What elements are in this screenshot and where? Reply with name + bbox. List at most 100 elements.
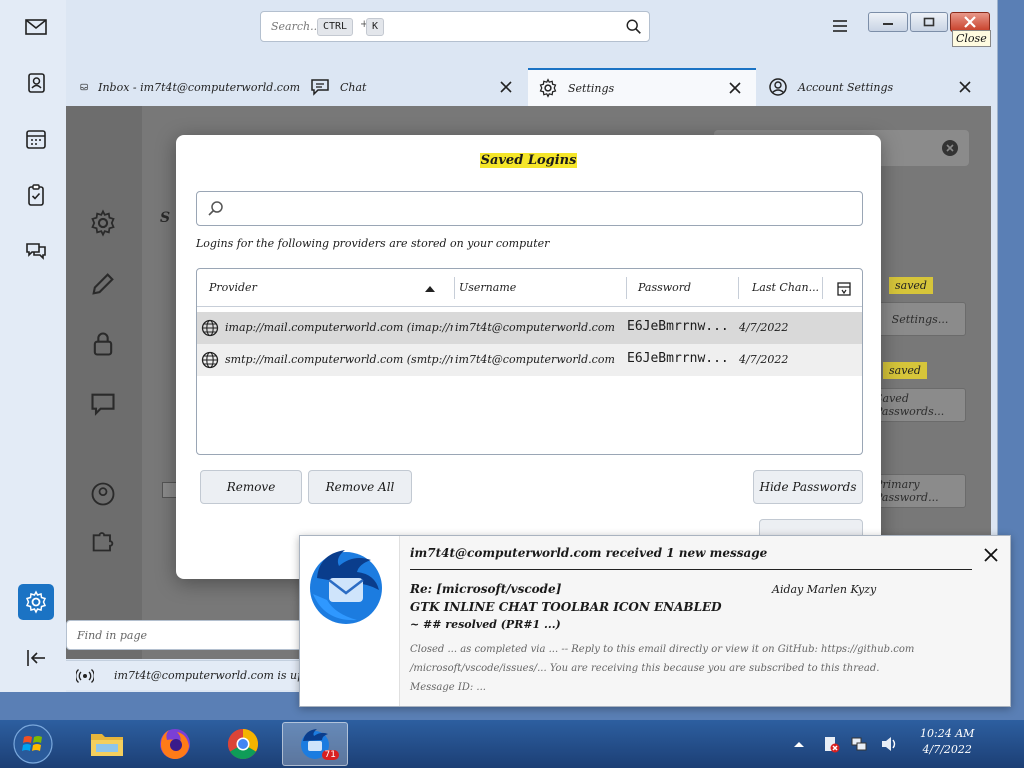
account-settings-icon[interactable] — [89, 480, 117, 508]
close-icon — [964, 16, 976, 28]
global-search-input[interactable]: Search... CTRL + K — [260, 11, 650, 42]
row-last-changed: 4/7/2022 — [739, 353, 789, 366]
action-center-icon[interactable] — [822, 735, 840, 753]
column-separator — [626, 277, 627, 299]
tab-settings[interactable]: Settings — [528, 68, 756, 106]
find-placeholder: Find in page — [77, 629, 148, 642]
spaces-toolbar — [0, 0, 66, 692]
hamburger-menu-icon[interactable] — [830, 16, 850, 36]
notification-body: /microsoft/vscode/issues/... You are rec… — [410, 663, 880, 674]
primary-password-button[interactable]: Primary Password... — [874, 474, 966, 508]
thunderbird-logo-icon — [310, 550, 382, 624]
tab-settings-label: Settings — [568, 81, 615, 95]
address-book-space-button[interactable] — [18, 65, 54, 101]
clock-date: 4/7/2022 — [922, 743, 972, 756]
table-row[interactable]: smtp://mail.computerworld.com (smtp://ma… — [197, 344, 862, 376]
maximize-button[interactable] — [910, 12, 948, 32]
chat-icon — [311, 79, 329, 96]
start-button[interactable] — [8, 722, 58, 766]
notification-line: ~ ## resolved (PR#1 ...) — [410, 618, 561, 631]
row-password: E6JeBmrrnw... — [627, 319, 729, 334]
settings-space-button[interactable] — [18, 584, 54, 620]
minimize-button[interactable] — [868, 12, 908, 32]
hide-passwords-button[interactable]: Hide Passwords — [753, 470, 863, 504]
maximize-icon — [923, 17, 935, 27]
tab-inbox[interactable]: Inbox - im7t4t@computerworld.com — [80, 68, 300, 106]
close-tab-icon[interactable] — [958, 80, 972, 94]
clock-time: 10:24 AM — [920, 727, 975, 740]
composition-pencil-icon[interactable] — [89, 270, 117, 298]
addons-puzzle-icon[interactable] — [89, 526, 117, 554]
thunderbird-logo — [300, 536, 400, 706]
taskbar: 71 10:24 AM 4/7/2022 — [0, 720, 1024, 768]
system-clock[interactable]: 10:24 AM 4/7/2022 — [920, 726, 974, 758]
collapse-spaces-button[interactable] — [18, 640, 54, 676]
saved-logins-dialog: Saved Logins Logins for the following pr… — [176, 135, 881, 579]
inbox-icon — [80, 83, 88, 91]
column-last-changed[interactable]: Last Chan... — [752, 281, 819, 294]
notification-title: im7t4t@computerworld.com received 1 new … — [410, 546, 768, 560]
taskbar-chrome[interactable] — [210, 722, 276, 766]
notification-body: Message ID: ... — [410, 682, 486, 693]
address-book-icon — [28, 73, 45, 93]
close-icon[interactable] — [983, 547, 999, 563]
notification-sender: Aiday Marlen Kyzy — [772, 583, 877, 596]
table-row[interactable]: imap://mail.computerworld.com (imap://ma… — [197, 312, 862, 344]
logins-table: Provider Username Password Last Chan... … — [196, 268, 863, 455]
account-icon — [769, 78, 787, 96]
row-provider: smtp://mail.computerworld.com (smtp://ma… — [225, 353, 453, 366]
column-provider[interactable]: Provider — [209, 281, 257, 294]
notification-body: Closed ... as completed via ... -- Reply… — [410, 644, 915, 655]
volume-icon[interactable] — [880, 735, 898, 753]
column-separator — [738, 277, 739, 299]
dialog-title: Saved Logins — [479, 153, 578, 168]
search-placeholder: Search... — [271, 20, 321, 33]
clear-search-icon[interactable] — [941, 139, 959, 157]
logins-filter-input[interactable] — [196, 191, 863, 226]
row-provider: imap://mail.computerworld.com (imap://ma… — [225, 321, 453, 334]
close-tooltip: Close — [952, 30, 991, 47]
saved-tag: saved — [889, 277, 933, 294]
saved-passwords-button[interactable]: Saved Passwords... — [874, 388, 966, 422]
collapse-left-icon — [27, 650, 45, 666]
remove-all-button[interactable]: Remove All — [308, 470, 412, 504]
privacy-lock-icon[interactable] — [89, 330, 117, 358]
settings-button[interactable]: Settings... — [874, 302, 966, 336]
tasks-icon — [28, 184, 44, 206]
show-hidden-icons[interactable] — [790, 736, 808, 754]
taskbar-file-explorer[interactable] — [74, 722, 140, 766]
tasks-space-button[interactable] — [18, 177, 54, 213]
firefox-icon — [160, 729, 190, 760]
tab-account-settings[interactable]: Account Settings — [768, 68, 988, 106]
taskbar-thunderbird[interactable]: 71 — [282, 722, 348, 766]
windows-logo-icon — [13, 724, 53, 764]
close-tab-icon[interactable] — [499, 80, 513, 94]
general-gear-icon[interactable] — [89, 209, 117, 237]
dialog-description: Logins for the following providers are s… — [196, 237, 550, 250]
calendar-space-button[interactable] — [18, 121, 54, 157]
sort-ascending-icon[interactable] — [424, 285, 436, 293]
column-username[interactable]: Username — [459, 281, 516, 294]
column-picker-icon[interactable] — [837, 282, 851, 296]
chat-space-button[interactable] — [18, 233, 54, 269]
mail-space-button[interactable] — [18, 9, 54, 45]
row-username: im7t4t@computerworld.com — [455, 353, 615, 366]
activity-icon[interactable] — [76, 667, 94, 685]
table-header: Provider Username Password Last Chan... — [197, 269, 862, 307]
tab-chat[interactable]: Chat — [310, 68, 525, 106]
search-icon[interactable] — [625, 18, 643, 36]
kbd-k: K — [366, 18, 385, 36]
kbd-ctrl: CTRL — [317, 18, 354, 36]
taskbar-firefox[interactable] — [142, 722, 208, 766]
network-icon[interactable] — [850, 735, 868, 753]
close-tab-icon[interactable] — [728, 81, 742, 95]
new-mail-notification[interactable]: im7t4t@computerworld.com received 1 new … — [299, 535, 1011, 707]
column-password[interactable]: Password — [638, 281, 691, 294]
close-window-button[interactable] — [950, 12, 990, 32]
notification-subject: Re: [microsoft/vscode] — [410, 582, 562, 596]
chat-settings-icon[interactable] — [89, 390, 117, 418]
remove-button[interactable]: Remove — [200, 470, 302, 504]
minimize-icon — [883, 23, 893, 25]
row-last-changed: 4/7/2022 — [739, 321, 789, 334]
unread-count-badge: 71 — [321, 750, 339, 760]
